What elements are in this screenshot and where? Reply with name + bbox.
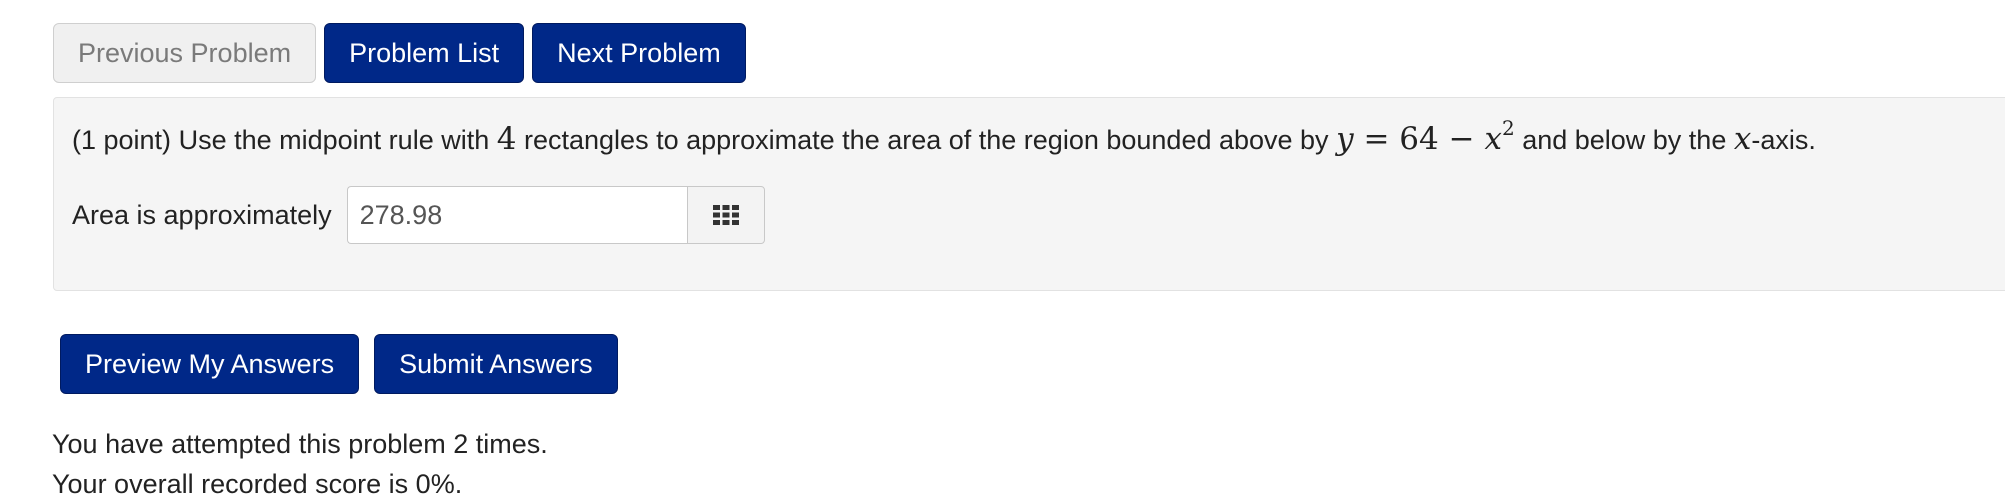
problem-text-part: and below by the	[1522, 125, 1727, 155]
answer-input-group	[346, 186, 765, 244]
attempt-status: You have attempted this problem 2 times.…	[52, 424, 548, 504]
equation-minus: −	[1448, 121, 1475, 157]
axis-variable: x	[1734, 121, 1751, 157]
answer-row: Area is approximately	[72, 186, 765, 244]
problem-panel: (1 point) Use the midpoint rule with 4 r…	[53, 97, 2005, 291]
function-equation: y = 64 − x2	[1336, 118, 1515, 157]
answer-input[interactable]	[346, 186, 687, 244]
equation-constant: 64	[1399, 121, 1439, 157]
equation-exponent: 2	[1501, 116, 1515, 140]
axis-variable-symbol: x	[1733, 121, 1752, 157]
keypad-grid-icon	[712, 205, 739, 225]
rectangle-count: 4	[496, 121, 517, 157]
problem-text-part: Use the midpoint rule with	[178, 125, 490, 155]
keypad-button[interactable]	[686, 186, 765, 244]
problem-statement: (1 point) Use the midpoint rule with 4 r…	[72, 118, 1816, 159]
equation-lhs: y	[1336, 121, 1354, 157]
problem-list-button[interactable]: Problem List	[324, 23, 525, 83]
problem-text-part: -axis.	[1751, 125, 1816, 155]
equation-var: x	[1484, 121, 1502, 157]
next-problem-button[interactable]: Next Problem	[532, 23, 746, 83]
problem-text-part: rectangles to approximate the area of th…	[524, 125, 1329, 155]
equation-equals: =	[1363, 121, 1390, 157]
problem-navigation: Previous Problem Problem List Next Probl…	[53, 23, 746, 83]
preview-answers-button[interactable]: Preview My Answers	[60, 334, 360, 394]
problem-points: (1 point)	[72, 125, 172, 155]
answer-label: Area is approximately	[72, 199, 332, 230]
attempts-text: You have attempted this problem 2 times.	[52, 429, 548, 459]
submit-answers-button[interactable]: Submit Answers	[374, 334, 618, 394]
previous-problem-button[interactable]: Previous Problem	[53, 23, 317, 83]
submit-actions: Preview My Answers Submit Answers	[60, 334, 618, 394]
score-text: Your overall recorded score is 0%.	[52, 469, 463, 499]
